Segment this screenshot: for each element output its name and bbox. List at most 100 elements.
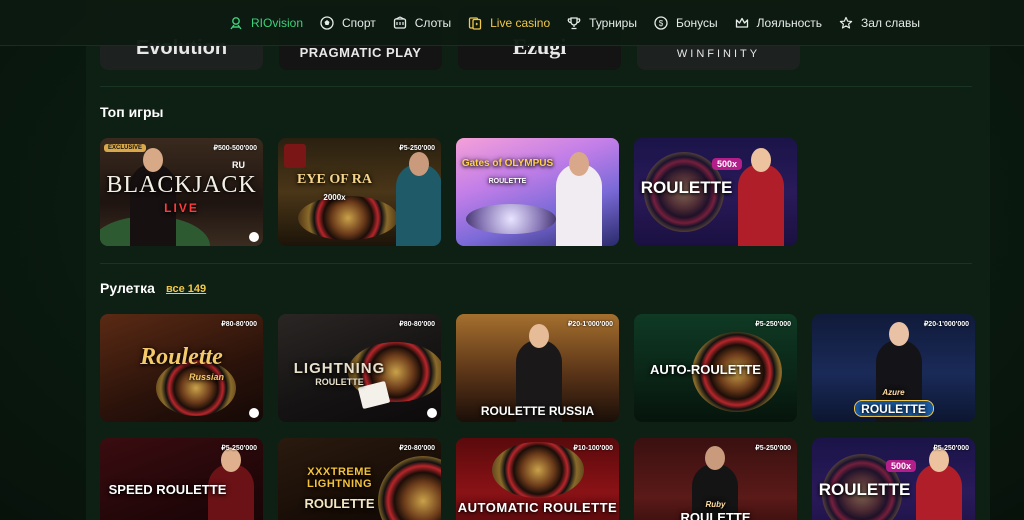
language-badge: RU	[232, 160, 245, 170]
game-subtitle: ROULETTE	[488, 178, 527, 185]
roulette-wheel	[298, 196, 398, 240]
multiplier-badge: 500x	[712, 158, 743, 170]
nav-label: Турниры	[589, 16, 637, 30]
coin-icon: $	[653, 15, 669, 31]
game-card-mega-roulette[interactable]: 500x ROULETTE	[634, 138, 797, 246]
nav-item-hall-of-fame[interactable]: Зал славы	[838, 15, 920, 31]
game-title: LIGHTNING	[293, 360, 386, 377]
cards-icon	[467, 15, 483, 31]
nav-label: RIOvision	[251, 16, 304, 30]
game-title: BLACKJACK	[106, 172, 257, 198]
roulette-row-2: ₽5-250'000 SPEED ROULETTE ₽20-80'000 XXX…	[100, 438, 975, 520]
dealer-head	[569, 152, 589, 176]
nav-item-slots[interactable]: Слоты	[392, 15, 451, 31]
dealer-head	[889, 322, 909, 346]
nav-item-sport[interactable]: Спорт	[319, 15, 376, 31]
game-card-eye-of-ra[interactable]: ₽5-250'000 EYE OF RA 2000x	[278, 138, 441, 246]
divider	[100, 86, 972, 87]
game-card-roulette-russian[interactable]: ₽80-80'000 Roulette Russian	[100, 314, 263, 422]
dealer-figure	[738, 164, 784, 246]
game-card-roulette-russia[interactable]: ₽20-1'000'000 ROULETTE RUSSIA	[456, 314, 619, 422]
game-card-auto-roulette[interactable]: ₽5-250'000 AUTO-ROULETTE	[634, 314, 797, 422]
dealer-figure	[556, 164, 602, 246]
game-title: AUTOMATIC ROULETTE	[457, 500, 618, 515]
game-title: Gates of OLYMPUS	[461, 158, 554, 169]
dealer-figure	[916, 464, 962, 520]
slot-icon	[392, 15, 408, 31]
game-card-xxxtreme-lightning-roulette[interactable]: ₽20-80'000 XXXTREME LIGHTNING ROULETTE	[278, 438, 441, 520]
nav-label: Слоты	[414, 16, 452, 30]
game-subtitle: 2000x	[323, 193, 346, 202]
dealer-head	[529, 324, 549, 348]
game-card-gates-of-olympus[interactable]: Gates of OLYMPUS ROULETTE	[456, 138, 619, 246]
game-title: Roulette	[140, 344, 223, 370]
play-icon[interactable]	[249, 232, 259, 242]
bet-limit: ₽20-80'000	[399, 445, 435, 452]
game-subtitle: ROULETTE	[304, 496, 375, 511]
nav-label: Live casino	[490, 16, 551, 30]
bet-limit: ₽5-250'000	[755, 321, 791, 328]
game-title: ROULETTE	[640, 178, 733, 197]
game-card-azure-roulette[interactable]: ₽20-1'000'000 Azure ROULETTE	[812, 314, 975, 422]
bet-limit: ₽20-1'000'000	[567, 321, 613, 328]
nav-item-bonuses[interactable]: $ Бонусы	[653, 15, 718, 31]
game-title: ROULETTE	[861, 402, 926, 416]
game-subtitle: ROULETTE	[315, 377, 364, 387]
dealer-head	[409, 152, 429, 176]
nav-label: Спорт	[342, 16, 376, 30]
game-card-mega-roulette-2[interactable]: ₽5-250'000 500x ROULETTE	[812, 438, 975, 520]
nav-item-loyalty[interactable]: Лояльность	[734, 15, 822, 31]
game-title: ROULETTE RUSSIA	[480, 404, 595, 418]
divider	[100, 263, 972, 264]
svg-text:$: $	[659, 19, 664, 28]
nav-item-live-casino[interactable]: Live casino	[467, 15, 550, 31]
section-title-top-games: Топ игры	[100, 104, 164, 120]
star-icon	[838, 15, 854, 31]
game-card-ruby-roulette[interactable]: ₽5-250'000 Ruby ROULETTE	[634, 438, 797, 520]
nav-item-riovision[interactable]: RIOvision	[228, 15, 303, 31]
play-icon[interactable]	[249, 408, 259, 418]
dealer-figure	[396, 164, 441, 246]
top-games-row: EXCLUSIVE ₽500-500'000 RU BLACKJACK LIVE…	[100, 138, 797, 246]
game-title: SPEED ROULETTE	[108, 482, 227, 497]
game-subtitle: Ruby	[705, 500, 726, 509]
riovision-icon	[228, 15, 244, 31]
game-title: XXXTREME LIGHTNING	[307, 466, 372, 490]
roulette-wheel	[466, 204, 556, 234]
bet-limit: ₽5-250'000	[933, 445, 969, 452]
top-navigation: RIOvision Спорт Слоты Live casino Турнир…	[0, 0, 1024, 46]
nav-label: Лояльность	[756, 16, 823, 30]
crown-icon	[734, 15, 750, 31]
nav-item-tournaments[interactable]: Турниры	[566, 15, 637, 31]
ball-icon	[319, 15, 335, 31]
exclusive-badge: EXCLUSIVE	[104, 144, 147, 152]
bet-limit: ₽20-1'000'000	[923, 321, 969, 328]
game-title: ROULETTE	[680, 510, 751, 520]
game-card-blackjack[interactable]: EXCLUSIVE ₽500-500'000 RU BLACKJACK LIVE	[100, 138, 263, 246]
roulette-wheel	[492, 442, 584, 498]
game-card-automatic-roulette[interactable]: ₽10-100'000 AUTOMATIC ROULETTE	[456, 438, 619, 520]
nav-label: Зал славы	[861, 16, 920, 30]
game-subtitle: Russian	[188, 372, 224, 382]
game-card-lightning-roulette[interactable]: ₽80-80'000 LIGHTNING ROULETTE	[278, 314, 441, 422]
game-card-speed-roulette[interactable]: ₽5-250'000 SPEED ROULETTE	[100, 438, 263, 520]
game-title: AUTO-ROULETTE	[650, 362, 761, 377]
game-title: ROULETTE	[818, 480, 911, 499]
roulette-row-1: ₽80-80'000 Roulette Russian ₽80-80'000 L…	[100, 314, 975, 422]
bet-limit: ₽10-100'000	[573, 445, 613, 452]
dealer-head	[143, 148, 163, 172]
play-icon[interactable]	[427, 408, 437, 418]
bet-limit: ₽5-250'000	[221, 445, 257, 452]
dealer-head	[751, 148, 771, 172]
bet-limit: ₽500-500'000	[213, 145, 258, 152]
game-subtitle: Azure	[882, 388, 905, 397]
trophy-icon	[566, 15, 582, 31]
see-all-link[interactable]: все 149	[166, 283, 206, 295]
section-title-roulette: Рулетка	[100, 280, 155, 296]
game-title: EYE OF RA	[297, 172, 372, 187]
bet-limit: ₽80-80'000	[399, 321, 435, 328]
card-suits-icon	[284, 144, 306, 168]
dealer-head	[705, 446, 725, 470]
nav-label: Бонусы	[675, 16, 718, 30]
bet-limit: ₽5-250'000	[399, 145, 435, 152]
